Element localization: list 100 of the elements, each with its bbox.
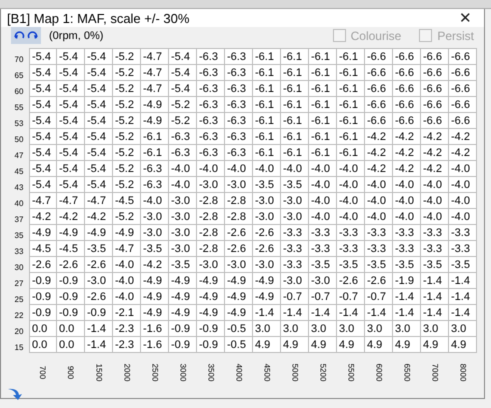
table-cell[interactable]: -3.3 <box>309 241 337 257</box>
table-cell[interactable]: -6.3 <box>197 145 225 161</box>
table-cell[interactable]: -6.6 <box>421 48 449 65</box>
table-cell[interactable]: -5.4 <box>57 48 85 65</box>
table-cell[interactable]: -2.3 <box>113 321 141 337</box>
table-cell[interactable]: -4.2 <box>393 129 421 145</box>
table-cell[interactable]: -4.7 <box>113 241 141 257</box>
table-cell[interactable]: -6.1 <box>337 97 365 113</box>
table-cell[interactable]: -4.0 <box>113 289 141 305</box>
table-cell[interactable]: -4.0 <box>197 161 225 177</box>
table-cell[interactable]: -3.0 <box>281 209 309 225</box>
table-cell[interactable]: -6.1 <box>309 65 337 81</box>
table-cell[interactable]: -5.4 <box>29 97 57 113</box>
table-cell[interactable]: -6.1 <box>253 65 281 81</box>
table-cell[interactable]: -4.0 <box>281 161 309 177</box>
table-cell[interactable]: -4.0 <box>421 209 449 225</box>
table-cell[interactable]: -4.0 <box>337 193 365 209</box>
table-cell[interactable]: 3.0 <box>421 321 449 337</box>
table-cell[interactable]: -6.6 <box>393 113 421 129</box>
table-cell[interactable]: -6.6 <box>365 81 393 97</box>
table-cell[interactable]: 0.0 <box>57 321 85 337</box>
table-cell[interactable]: 3.0 <box>393 321 421 337</box>
table-cell[interactable]: -5.4 <box>85 145 113 161</box>
table-cell[interactable]: -0.9 <box>169 321 197 337</box>
table-cell[interactable]: -3.3 <box>309 225 337 241</box>
table-cell[interactable]: -3.3 <box>337 241 365 257</box>
table-cell[interactable]: -3.0 <box>85 273 113 289</box>
table-cell[interactable]: -1.4 <box>281 305 309 321</box>
table-cell[interactable]: -6.1 <box>337 65 365 81</box>
table-cell[interactable]: -6.6 <box>449 48 477 65</box>
table-cell[interactable]: -3.0 <box>225 177 253 193</box>
table-cell[interactable]: -1.4 <box>365 305 393 321</box>
table-cell[interactable]: -4.9 <box>141 97 169 113</box>
table-cell[interactable]: -6.1 <box>281 65 309 81</box>
table-cell[interactable]: -0.9 <box>57 273 85 289</box>
table-cell[interactable]: 4.9 <box>281 337 309 353</box>
table-cell[interactable]: -4.2 <box>365 161 393 177</box>
table-cell[interactable]: -5.2 <box>113 48 141 65</box>
table-cell[interactable]: -6.1 <box>281 81 309 97</box>
table-cell[interactable]: -3.0 <box>253 257 281 273</box>
table-cell[interactable]: -5.2 <box>113 81 141 97</box>
table-cell[interactable]: -6.6 <box>449 97 477 113</box>
table-cell[interactable]: -3.3 <box>281 241 309 257</box>
table-cell[interactable]: -4.0 <box>113 257 141 273</box>
table-cell[interactable]: -5.4 <box>85 65 113 81</box>
table-cell[interactable]: -6.3 <box>225 129 253 145</box>
table-cell[interactable]: -4.0 <box>337 161 365 177</box>
table-cell[interactable]: -5.4 <box>57 145 85 161</box>
table-cell[interactable]: -6.6 <box>449 81 477 97</box>
table-cell[interactable]: -4.0 <box>169 177 197 193</box>
table-cell[interactable]: -6.3 <box>225 65 253 81</box>
table-cell[interactable]: -3.5 <box>281 177 309 193</box>
table-cell[interactable]: -4.2 <box>85 209 113 225</box>
table-cell[interactable]: -3.3 <box>365 241 393 257</box>
table-cell[interactable]: -2.1 <box>113 305 141 321</box>
table-cell[interactable]: -0.7 <box>281 289 309 305</box>
table-cell[interactable]: -5.2 <box>113 209 141 225</box>
table-cell[interactable]: -6.6 <box>421 97 449 113</box>
table-cell[interactable]: -4.2 <box>449 145 477 161</box>
table-cell[interactable]: -4.0 <box>449 193 477 209</box>
table-cell[interactable]: -4.9 <box>113 225 141 241</box>
table-cell[interactable]: -6.1 <box>281 129 309 145</box>
table-cell[interactable]: -3.5 <box>253 177 281 193</box>
table-cell[interactable]: -4.9 <box>253 289 281 305</box>
table-cell[interactable]: -6.6 <box>421 81 449 97</box>
table-cell[interactable]: -3.3 <box>281 257 309 273</box>
table-cell[interactable]: -0.7 <box>365 289 393 305</box>
table-cell[interactable]: -6.6 <box>365 97 393 113</box>
table-cell[interactable]: -6.6 <box>421 113 449 129</box>
table-cell[interactable]: -6.6 <box>365 48 393 65</box>
table-cell[interactable]: -4.2 <box>449 129 477 145</box>
table-cell[interactable]: -6.3 <box>225 97 253 113</box>
table-cell[interactable]: -4.0 <box>309 161 337 177</box>
table-cell[interactable]: -4.2 <box>141 257 169 273</box>
table-cell[interactable]: -6.1 <box>309 129 337 145</box>
table-cell[interactable]: -0.9 <box>57 305 85 321</box>
table-cell[interactable]: -4.2 <box>421 161 449 177</box>
table-cell[interactable]: -6.1 <box>141 145 169 161</box>
table-cell[interactable]: -2.6 <box>337 273 365 289</box>
table-cell[interactable]: -6.3 <box>141 161 169 177</box>
table-cell[interactable]: -3.0 <box>141 225 169 241</box>
table-cell[interactable]: -4.9 <box>225 273 253 289</box>
table-cell[interactable]: -4.0 <box>253 161 281 177</box>
table-cell[interactable]: -6.1 <box>309 113 337 129</box>
table-cell[interactable]: -0.9 <box>29 273 57 289</box>
table-cell[interactable]: -3.0 <box>141 209 169 225</box>
table-cell[interactable]: -6.6 <box>365 65 393 81</box>
table-cell[interactable]: -1.4 <box>393 305 421 321</box>
table-cell[interactable]: -6.1 <box>337 113 365 129</box>
table-cell[interactable]: -3.3 <box>393 241 421 257</box>
table-cell[interactable]: -6.1 <box>253 81 281 97</box>
table-cell[interactable]: -3.3 <box>281 225 309 241</box>
table-cell[interactable]: -6.3 <box>197 113 225 129</box>
table-cell[interactable]: -6.3 <box>197 65 225 81</box>
table-cell[interactable]: -1.4 <box>85 321 113 337</box>
table-cell[interactable]: -1.4 <box>449 289 477 305</box>
table-cell[interactable]: -4.9 <box>197 273 225 289</box>
close-button[interactable]: ✕ <box>453 9 478 27</box>
undo-redo-button[interactable] <box>11 27 41 44</box>
table-cell[interactable]: -3.5 <box>141 241 169 257</box>
